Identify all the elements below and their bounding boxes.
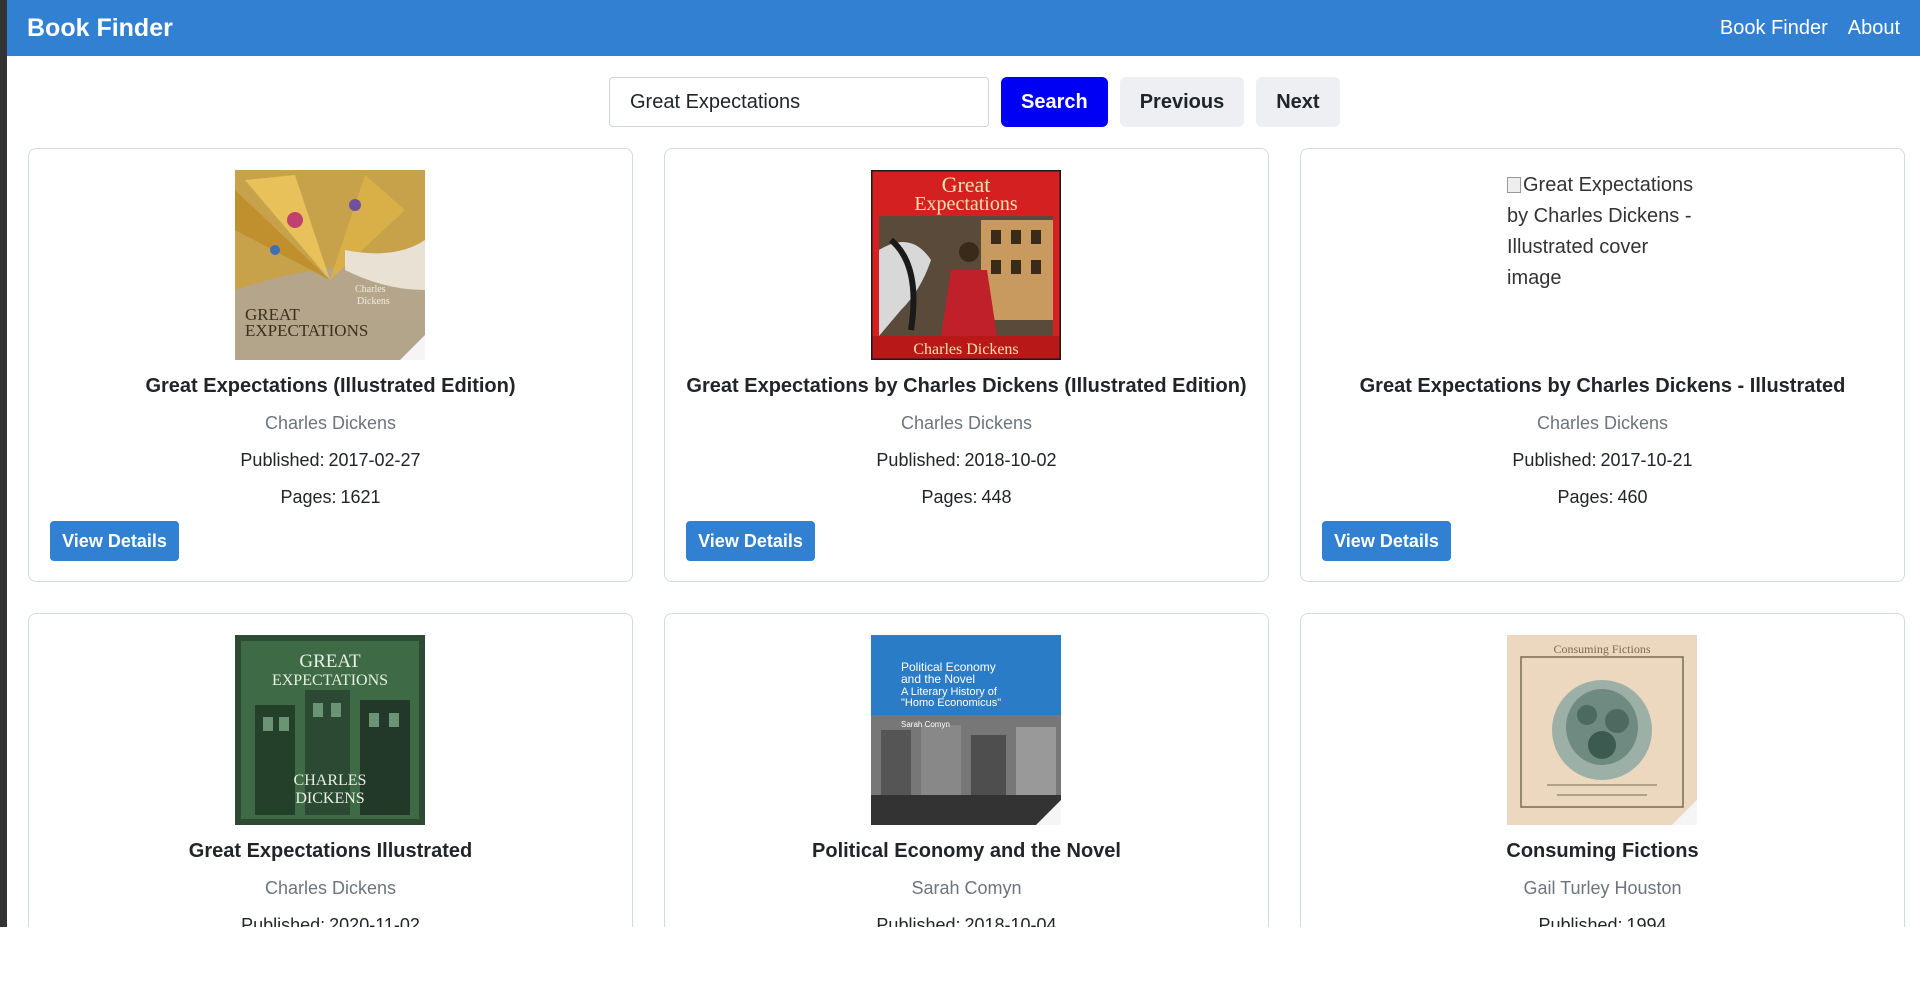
book-author: Charles Dickens — [1536, 413, 1669, 433]
published-value: 1994 — [1626, 915, 1667, 927]
results-grid: Charles Dickens GREAT EXPECTATIONS Great… — [28, 148, 1905, 927]
book-pages: Pages: 460 — [1301, 487, 1904, 508]
book-published: Published: 2018-10-02 — [665, 450, 1268, 471]
published-label: Published: — [876, 915, 961, 927]
nav-link-book-finder[interactable]: Book Finder — [1720, 17, 1828, 40]
cover-text-title-2: Expectations — [914, 193, 1018, 215]
pages-value: 448 — [981, 487, 1012, 507]
previous-button[interactable]: Previous — [1119, 77, 1245, 127]
book-card: Charles Dickens GREAT EXPECTATIONS Great… — [28, 148, 633, 582]
cover-alt-text: Great Expectations by Charles Dickens - … — [1507, 174, 1694, 289]
book-published: Published: 2017-02-27 — [29, 450, 632, 471]
book-cover-image-broken[interactable]: Great Expectations by Charles Dickens - … — [1507, 170, 1707, 294]
cover-text-title-2: and the Novel — [901, 672, 975, 686]
book-author: Charles Dickens — [900, 413, 1033, 433]
book-card: Great Expectations by Charles Dickens - … — [1300, 148, 1905, 582]
book-cover-image[interactable]: Political Economy and the Novel A Litera… — [871, 635, 1061, 825]
book-title: Great Expectations (Illustrated Edition) — [145, 375, 516, 397]
published-label: Published: — [1538, 915, 1623, 927]
pages-label: Pages: — [1557, 487, 1614, 507]
window-left-edge — [0, 0, 7, 927]
published-label: Published: — [1512, 450, 1597, 470]
book-cover-image[interactable]: GREAT EXPECTATIONS CHARLES DICKENS — [235, 635, 425, 825]
navbar: Book Finder Book Finder About — [7, 0, 1920, 56]
cover-text-author-2: DICKENS — [295, 790, 364, 807]
published-value: 2017-02-27 — [328, 450, 421, 470]
book-cover-image[interactable]: Charles Dickens GREAT EXPECTATIONS — [235, 170, 425, 360]
book-card: Great Expectations Charles Dickens Great… — [664, 148, 1269, 582]
cover-text-author: Sarah Comyn — [901, 720, 950, 729]
book-published: Published: 2020-11-02 — [29, 915, 632, 927]
nav-links: Book Finder About — [1720, 17, 1900, 40]
view-details-button[interactable]: View Details — [50, 521, 179, 561]
published-value: 2018-10-04 — [964, 915, 1057, 927]
book-title: Great Expectations by Charles Dickens (I… — [686, 375, 1247, 397]
cover-text-title-1: GREAT — [299, 651, 361, 672]
view-details-button[interactable]: View Details — [686, 521, 815, 561]
book-title: Great Expectations Illustrated — [188, 840, 473, 862]
published-label: Published: — [241, 915, 326, 927]
cover-text-title-2: EXPECTATIONS — [245, 321, 368, 340]
book-card: Consuming Fictions Consuming Fictions Ga… — [1300, 613, 1905, 927]
book-cover-image[interactable]: Consuming Fictions — [1507, 635, 1697, 825]
cover-text-author-first: Charles — [355, 284, 386, 295]
book-card: GREAT EXPECTATIONS CHARLES DICKENS Great… — [28, 613, 633, 927]
brand-link[interactable]: Book Finder — [27, 14, 173, 43]
cover-text-author-1: CHARLES — [294, 772, 367, 789]
book-title: Great Expectations by Charles Dickens - … — [1359, 375, 1846, 397]
cover-text-subtitle-2: "Homo Economicus" — [901, 697, 1001, 709]
pages-label: Pages: — [280, 487, 337, 507]
book-author: Charles Dickens — [264, 878, 397, 898]
cover-text-author: Charles Dickens — [913, 341, 1018, 358]
published-value: 2020-11-02 — [329, 915, 420, 927]
book-published: Published: 1994 — [1301, 915, 1904, 927]
pages-value: 1621 — [340, 487, 381, 507]
search-input[interactable] — [609, 77, 989, 127]
broken-image-icon — [1507, 177, 1521, 193]
book-pages: Pages: 448 — [665, 487, 1268, 508]
book-author: Gail Turley Houston — [1523, 878, 1682, 898]
cover-text-author-last: Dickens — [357, 296, 390, 307]
search-bar: Search Previous Next — [609, 77, 1340, 127]
book-card: Political Economy and the Novel A Litera… — [664, 613, 1269, 927]
book-title: Political Economy and the Novel — [812, 840, 1121, 862]
pages-label: Pages: — [921, 487, 978, 507]
published-value: 2018-10-02 — [964, 450, 1057, 470]
book-author: Sarah Comyn — [911, 878, 1022, 898]
cover-text-title: Consuming Fictions — [1553, 642, 1650, 656]
nav-link-about[interactable]: About — [1848, 17, 1900, 40]
book-title: Consuming Fictions — [1506, 840, 1699, 862]
published-value: 2017-10-21 — [1600, 450, 1693, 470]
next-button[interactable]: Next — [1256, 77, 1340, 127]
book-cover-image[interactable]: Great Expectations Charles Dickens — [871, 170, 1061, 360]
book-published: Published: 2017-10-21 — [1301, 450, 1904, 471]
book-pages: Pages: 1621 — [29, 487, 632, 508]
cover-text-title-2: EXPECTATIONS — [272, 672, 388, 689]
search-button[interactable]: Search — [1001, 77, 1108, 127]
book-published: Published: 2018-10-04 — [665, 915, 1268, 927]
browser-viewport: Book Finder Book Finder About Search Pre… — [0, 0, 1920, 927]
view-details-button[interactable]: View Details — [1322, 521, 1451, 561]
published-label: Published: — [876, 450, 961, 470]
pages-value: 460 — [1617, 487, 1648, 507]
book-author: Charles Dickens — [264, 413, 397, 433]
published-label: Published: — [240, 450, 325, 470]
